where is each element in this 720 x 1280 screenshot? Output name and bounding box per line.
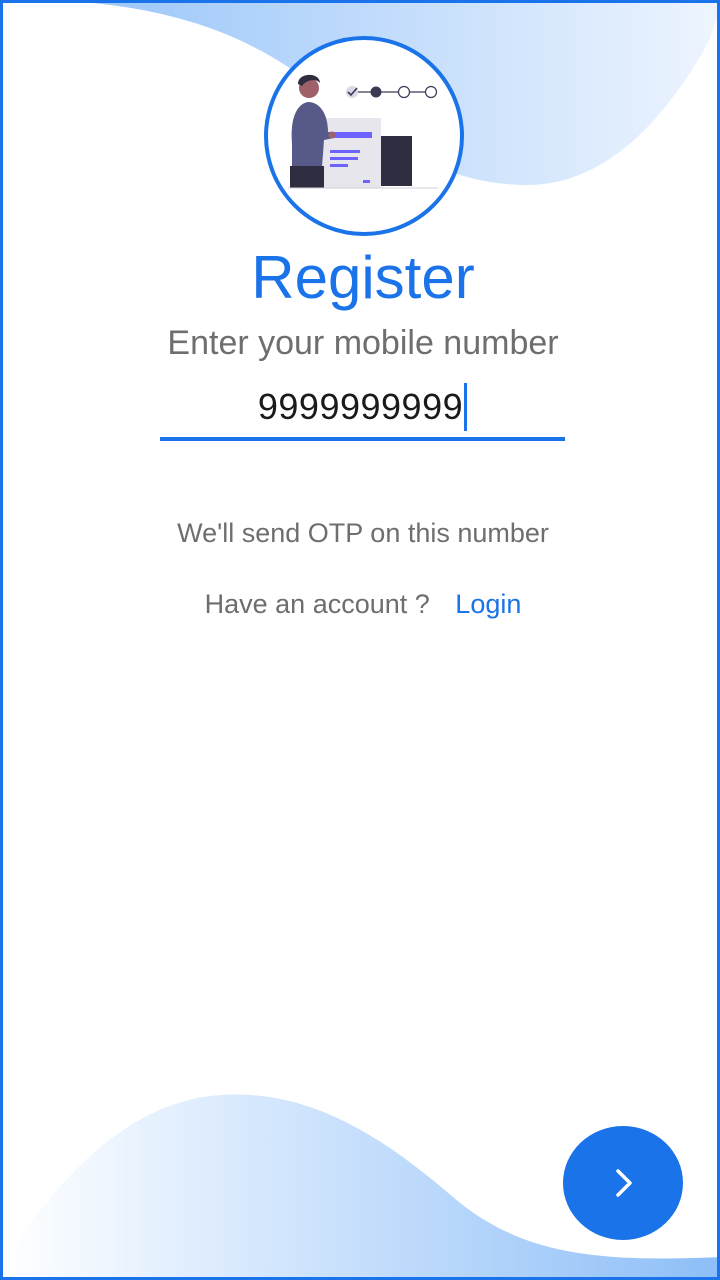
login-link[interactable]: Login [455,589,521,619]
have-account-text: Have an account ? [204,589,430,619]
otp-info-text: We'll send OTP on this number [177,518,549,548]
text-cursor [464,383,468,431]
form-card-icon [323,118,381,188]
page-subtitle: Enter your mobile number [167,324,559,362]
page-title: Register [251,244,475,311]
app-screen: Register Enter your mobile number 999999… [0,0,720,1280]
login-prompt-row: Have an account ? Login [3,586,717,622]
registration-illustration [264,36,464,236]
mobile-number-value[interactable]: 9999999999 [258,386,463,428]
chevron-right-icon [616,1169,632,1197]
mobile-number-input[interactable]: 9999999999 [160,377,565,441]
progress-steps-icon [346,85,438,99]
next-button[interactable] [563,1126,683,1240]
